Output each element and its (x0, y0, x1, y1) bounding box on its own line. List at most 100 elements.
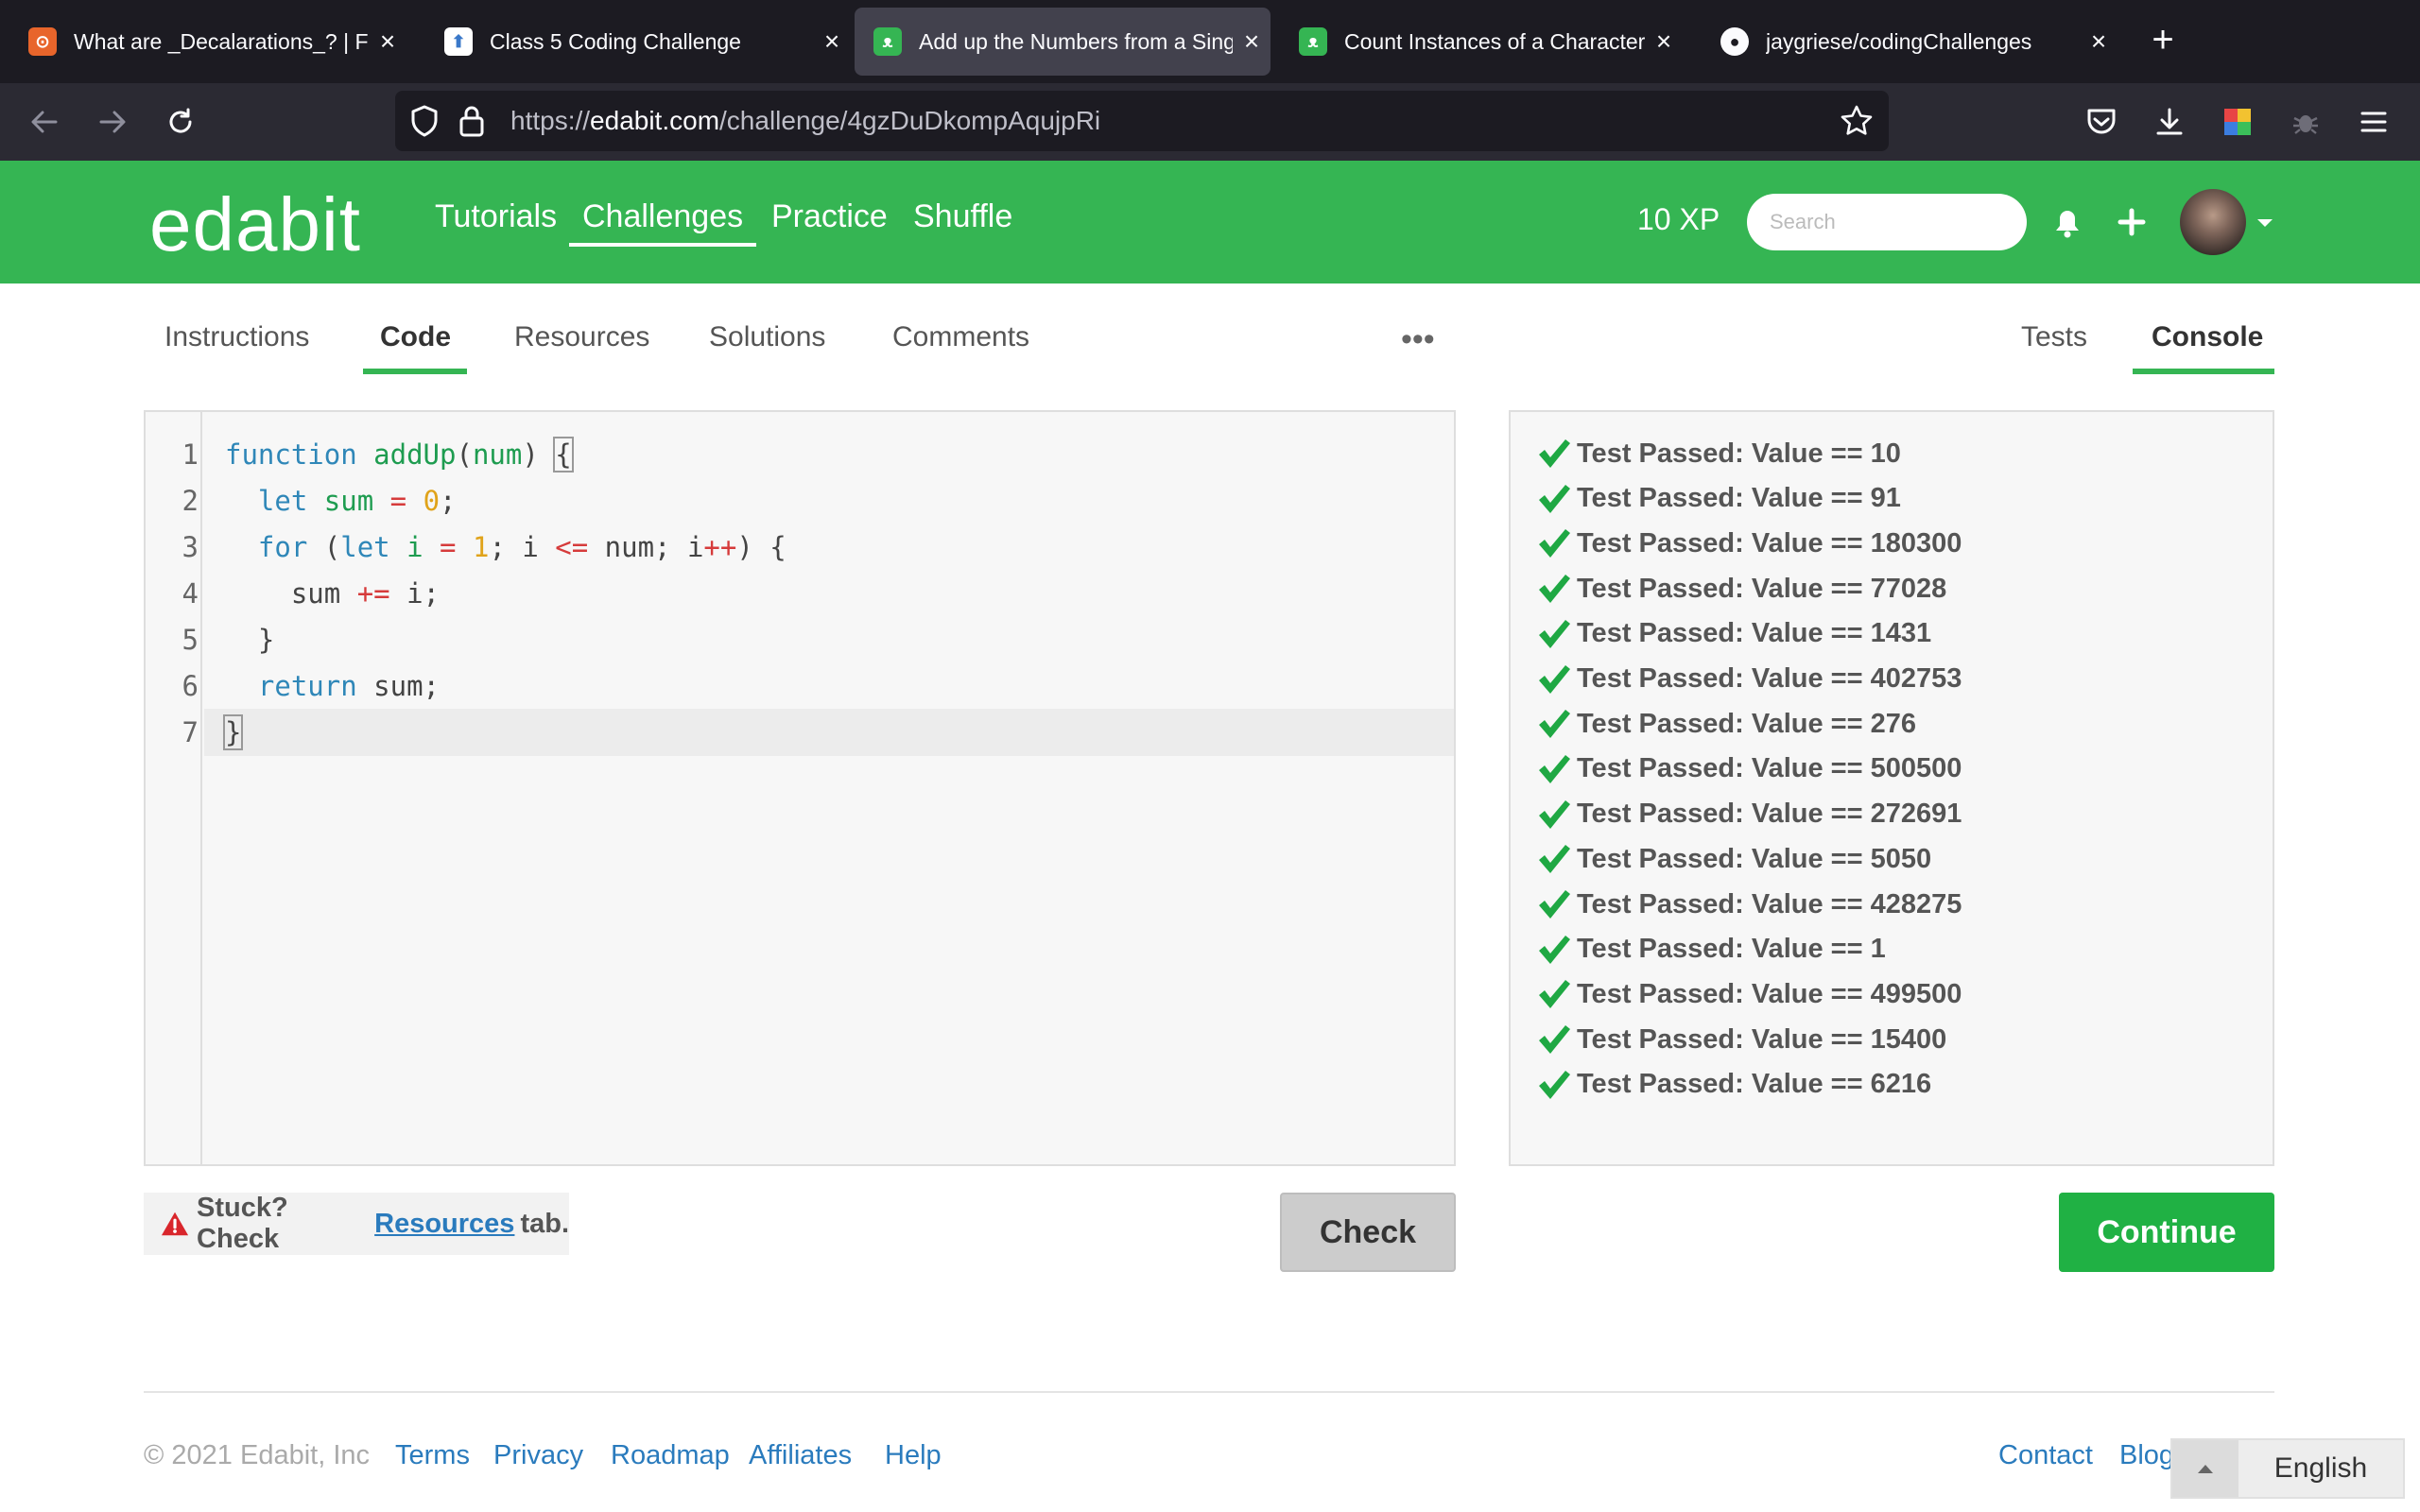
color-extension-icon (2224, 109, 2251, 135)
test-result-text: Test Passed: Value == 6216 (1577, 1069, 1932, 1100)
back-button[interactable] (21, 98, 68, 146)
menu-button[interactable] (2350, 98, 2397, 146)
search-input[interactable] (1747, 194, 2027, 250)
nav-challenges[interactable]: Challenges (569, 198, 757, 247)
code-line[interactable]: function addUp(num) { (225, 437, 574, 472)
tab-code[interactable]: Code (380, 321, 451, 353)
site-header: edabit Tutorials Challenges Practice Shu… (0, 161, 2420, 284)
code-line[interactable]: for (let i = 1; i <= num; i++) { (225, 531, 786, 563)
code-token-operator: += (356, 577, 390, 610)
downloads-button[interactable] (2146, 98, 2193, 146)
line-number: 6 (182, 670, 199, 702)
continue-button[interactable]: Continue (2059, 1193, 2274, 1272)
checkmark-icon (1539, 619, 1570, 648)
test-result-text: Test Passed: Value == 276 (1577, 708, 1916, 739)
code-token-variable: sum (323, 485, 374, 517)
browser-tab-bar: ⊙ What are _Decalarations_? | Full × ⬆ C… (0, 0, 2420, 83)
checkmark-icon (1539, 1070, 1570, 1099)
caret-up-icon[interactable] (2172, 1440, 2238, 1497)
code-editor[interactable]: 1 2 3 4 5 6 7 function addUp(num) { let … (144, 410, 1456, 1166)
bug-extension-icon (2293, 115, 2318, 134)
close-icon[interactable]: × (1233, 26, 1270, 57)
language-selector[interactable]: English (2170, 1438, 2405, 1499)
tab-title: Class 5 Coding Challenge (490, 28, 741, 54)
url-scheme: https:// (510, 106, 591, 135)
footer-link-privacy[interactable]: Privacy (493, 1440, 583, 1471)
close-icon[interactable]: × (1645, 26, 1683, 57)
test-result-row: Test Passed: Value == 272691 (1537, 796, 1962, 833)
copyright-text: © 2021 Edabit, Inc (144, 1440, 371, 1470)
reload-button[interactable] (157, 98, 204, 146)
footer-link-help[interactable]: Help (885, 1440, 942, 1471)
test-result-row: Test Passed: Value == 77028 (1537, 570, 1946, 608)
more-options-icon[interactable]: ••• (1401, 321, 1435, 358)
close-icon[interactable]: × (2080, 26, 2118, 57)
extension-button[interactable] (2214, 98, 2261, 146)
url-bar[interactable]: https://edabit.com/challenge/4gzDuDkompA… (395, 91, 1889, 151)
test-result-text: Test Passed: Value == 77028 (1577, 573, 1947, 604)
footer-link-blog[interactable]: Blog (2119, 1440, 2174, 1471)
language-label: English (2273, 1452, 2368, 1484)
edabit-icon: ᴥ (873, 27, 902, 56)
footer-link-contact[interactable]: Contact (1998, 1440, 2093, 1471)
plus-icon[interactable] (2118, 208, 2146, 236)
github-icon: ● (1720, 27, 1749, 56)
code-line[interactable]: } (225, 624, 274, 656)
footer-link-terms[interactable]: Terms (395, 1440, 470, 1471)
code-line[interactable]: } (222, 714, 244, 750)
code-token-keyword: return (257, 670, 357, 702)
tab-title: Count Instances of a Character ii (1344, 28, 1645, 54)
caret-down-icon[interactable] (2256, 217, 2274, 229)
close-icon[interactable]: × (369, 26, 406, 57)
resources-link[interactable]: Resources (374, 1209, 514, 1240)
checkmark-icon (1539, 980, 1570, 1009)
pocket-button[interactable] (2078, 98, 2125, 146)
nav-tutorials[interactable]: Tutorials (435, 198, 557, 235)
code-line[interactable]: let sum = 0; (225, 485, 457, 517)
edabit-logo[interactable]: edabit (149, 181, 361, 268)
code-token-number: 1 (472, 531, 490, 563)
arrow-right-icon (99, 111, 126, 133)
tab-solutions[interactable]: Solutions (709, 321, 825, 353)
check-button[interactable]: Check (1280, 1193, 1456, 1272)
nav-practice[interactable]: Practice (771, 198, 888, 235)
close-icon[interactable]: × (813, 26, 851, 57)
checkmark-icon (1539, 890, 1570, 919)
tab-resources[interactable]: Resources (514, 321, 649, 353)
code-line[interactable]: return sum; (225, 670, 440, 702)
url-path: /challenge/4gzDuDkompAqujpRi (719, 106, 1101, 135)
new-tab-button[interactable]: + (2142, 19, 2184, 60)
bell-icon[interactable] (2053, 208, 2082, 238)
user-avatar[interactable] (2180, 189, 2246, 255)
browser-tab[interactable]: ● jaygriese/codingChallenges × (1702, 8, 2118, 76)
shield-icon (411, 105, 438, 137)
extension-button[interactable] (2282, 98, 2329, 146)
test-result-row: Test Passed: Value == 500500 (1537, 750, 1962, 788)
line-number-gutter: 1 2 3 4 5 6 7 (146, 412, 202, 1164)
test-result-text: Test Passed: Value == 5050 (1577, 843, 1932, 874)
tab-comments[interactable]: Comments (892, 321, 1029, 353)
browser-tab[interactable]: ᴥ Count Instances of a Character ii × (1280, 8, 1683, 76)
checkmark-icon (1539, 575, 1570, 604)
code-line[interactable]: sum += i; (225, 577, 440, 610)
star-icon[interactable] (1840, 104, 1874, 138)
code-token-operator: = (440, 531, 457, 563)
test-result-row: Test Passed: Value == 499500 (1537, 975, 1962, 1013)
footer-link-roadmap[interactable]: Roadmap (611, 1440, 730, 1471)
test-result-text: Test Passed: Value == 91 (1577, 483, 1901, 514)
tab-tests[interactable]: Tests (2021, 321, 2087, 353)
hamburger-icon (2360, 112, 2387, 132)
tab-console[interactable]: Console (2152, 321, 2263, 353)
browser-tab[interactable]: ⊙ What are _Decalarations_? | Full × (9, 8, 406, 76)
footer-link-affiliates[interactable]: Affiliates (749, 1440, 852, 1471)
tab-instructions[interactable]: Instructions (164, 321, 309, 353)
test-result-row: Test Passed: Value == 6216 (1537, 1066, 1931, 1104)
browser-tab-active[interactable]: ᴥ Add up the Numbers from a Sing × (855, 8, 1270, 76)
browser-tab[interactable]: ⬆ Class 5 Coding Challenge × (425, 8, 851, 76)
forward-button[interactable] (89, 98, 136, 146)
line-number: 2 (182, 485, 199, 517)
xp-counter: 10 XP (1637, 202, 1720, 236)
test-result-text: Test Passed: Value == 1431 (1577, 618, 1932, 649)
nav-shuffle[interactable]: Shuffle (913, 198, 1012, 235)
url-text[interactable]: https://edabit.com/challenge/4gzDuDkompA… (510, 106, 1100, 136)
